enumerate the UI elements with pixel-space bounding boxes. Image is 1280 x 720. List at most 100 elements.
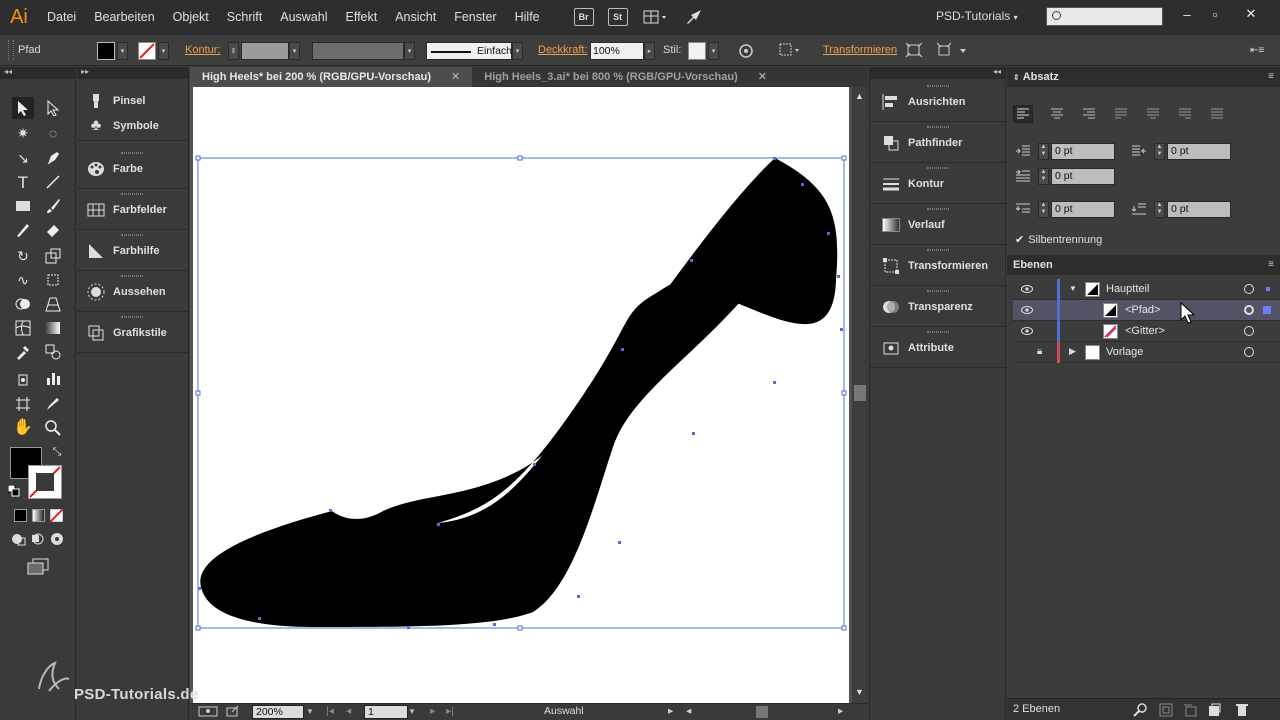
draw-normal-icon[interactable] <box>10 531 28 547</box>
expand-triangle-icon[interactable]: ▶ <box>1069 346 1076 357</box>
panel-aussehen[interactable]: Aussehen <box>77 272 189 312</box>
create-layer-icon[interactable] <box>1207 703 1221 720</box>
first-line-indent-field[interactable]: 0 pt <box>1051 168 1115 185</box>
direct-selection-tool[interactable] <box>42 97 64 119</box>
artboard[interactable] <box>38 87 849 703</box>
make-clipping-mask-icon[interactable] <box>1159 703 1173 720</box>
opacity-field[interactable]: 100% <box>590 42 644 60</box>
maximize-button[interactable]: ▫ <box>1202 4 1228 24</box>
canvas-area[interactable] <box>38 87 852 703</box>
control-bar-grip[interactable] <box>8 40 14 60</box>
create-sublayer-icon[interactable] <box>1183 703 1197 720</box>
align-right-button[interactable] <box>1079 105 1099 123</box>
left-indent-field[interactable]: 0 pt <box>1051 143 1115 160</box>
lasso-tool[interactable]: ◌ <box>42 122 64 144</box>
layers-panel-header[interactable]: Ebenen ≡ <box>1007 255 1280 275</box>
panel-menu-icon[interactable]: ≡ <box>1268 71 1274 82</box>
justify-last-left-button[interactable] <box>1111 105 1131 123</box>
help-search-input[interactable] <box>1046 7 1163 26</box>
expand-triangle-icon[interactable]: ▼ <box>1069 284 1077 293</box>
stroke-weight-field[interactable] <box>241 42 289 60</box>
fill-swatch[interactable] <box>97 42 115 60</box>
paintbrush-tool[interactable] <box>42 195 64 217</box>
right-indent-stepper[interactable]: ▲ ▼ <box>1154 143 1165 160</box>
next-artboard-icon[interactable]: ▸ <box>430 705 435 719</box>
status-mode-label[interactable]: Auswahl <box>544 705 584 719</box>
column-graph-tool[interactable] <box>42 367 64 389</box>
panel-kontur[interactable]: Kontur <box>870 164 1007 204</box>
arrange-documents-icon[interactable] <box>642 8 670 26</box>
layer-row-vorlage[interactable]: 🔒︎ ▶ Vorlage <box>1013 342 1280 363</box>
scroll-up-icon[interactable]: ▲ <box>855 91 864 101</box>
brush-definition-field[interactable]: Einfach <box>426 42 512 60</box>
layer-row-gitter[interactable]: <Gitter> <box>1013 321 1280 342</box>
paragraph-panel-header[interactable]: ⇕ Absatz ≡ <box>1007 67 1280 87</box>
color-mode-icon[interactable] <box>12 507 28 523</box>
menu-bearbeiten[interactable]: Bearbeiten <box>85 0 163 34</box>
panel-grafikstile[interactable]: Grafikstile <box>77 313 189 353</box>
panel-symbole[interactable]: ♣ Symbole <box>77 111 189 141</box>
artboard-dropdown-icon[interactable]: ▼ <box>408 707 416 720</box>
visibility-eye-icon[interactable] <box>1021 305 1033 315</box>
target-circle-icon[interactable] <box>1244 347 1254 357</box>
zoom-tool[interactable] <box>42 417 64 439</box>
target-circle-icon[interactable] <box>1244 284 1254 294</box>
justify-all-button[interactable] <box>1207 105 1227 123</box>
justify-last-center-button[interactable] <box>1143 105 1163 123</box>
workspace-switcher[interactable]: PSD-Tutorials ▾ <box>936 9 1018 23</box>
eraser-tool[interactable] <box>42 219 64 241</box>
menu-effekt[interactable]: Effekt <box>336 0 386 34</box>
vertical-scrollbar[interactable]: ▲ ▼ <box>852 87 868 703</box>
rotate-tool[interactable]: ↻ <box>12 245 34 267</box>
menu-ansicht[interactable]: Ansicht <box>386 0 445 34</box>
target-circle-icon[interactable] <box>1244 326 1254 336</box>
panel-farbhilfe[interactable]: Farbhilfe <box>77 231 189 271</box>
space-after-stepper[interactable]: ▲ ▼ <box>1154 201 1165 218</box>
tab-high-heels-3[interactable]: High Heels_3.ai* bei 800 % (RGB/GPU-Vors… <box>472 67 779 87</box>
layer-name[interactable]: <Gitter> <box>1125 325 1165 337</box>
first-artboard-icon[interactable]: |◂ <box>326 705 334 719</box>
space-before-field[interactable]: 0 pt <box>1051 201 1115 218</box>
panel-ausrichten[interactable]: Ausrichten <box>870 82 1007 122</box>
align-center-button[interactable] <box>1047 105 1067 123</box>
free-transform-tool[interactable] <box>42 269 64 291</box>
scale-tool[interactable] <box>42 245 64 267</box>
stroke-weight-dropdown[interactable]: ▾ <box>289 42 300 60</box>
menu-fenster[interactable]: Fenster <box>445 0 505 34</box>
transform-link[interactable]: Transformieren <box>823 44 897 62</box>
menu-auswahl[interactable]: Auswahl <box>271 0 336 34</box>
justify-last-right-button[interactable] <box>1175 105 1195 123</box>
menu-hilfe[interactable]: Hilfe <box>506 0 549 34</box>
gpu-performance-icon[interactable] <box>684 8 704 26</box>
right-panel-dock-header[interactable]: ◂◂ <box>870 67 1005 79</box>
gradient-tool[interactable] <box>42 317 64 339</box>
zoom-dropdown-icon[interactable]: ▼ <box>306 707 314 720</box>
variable-width-field[interactable] <box>312 42 404 60</box>
close-window-button[interactable]: ✕ <box>1238 4 1264 24</box>
shape-builder-tool[interactable] <box>12 293 34 315</box>
curvature-tool[interactable]: ↘ <box>12 147 34 169</box>
layer-name[interactable]: Vorlage <box>1106 346 1143 358</box>
selection-tool[interactable] <box>12 97 34 119</box>
gradient-mode-icon[interactable] <box>30 507 46 523</box>
collapse-arrows-icon[interactable]: ⇕ <box>1013 73 1020 82</box>
panel-transparenz[interactable]: Transparenz <box>870 287 1007 327</box>
stroke-weight-stepper[interactable]: ⇕ <box>228 42 239 60</box>
panel-verlauf[interactable]: Verlauf <box>870 205 1007 245</box>
selected-art-indicator[interactable] <box>1263 306 1271 314</box>
variable-width-dropdown[interactable]: ▾ <box>404 42 415 60</box>
hscroll-thumb[interactable] <box>756 706 768 718</box>
layer-name[interactable]: Hauptteil <box>1106 283 1149 295</box>
target-circle-icon[interactable] <box>1244 305 1254 315</box>
panel-transformieren[interactable]: Transformieren <box>870 246 1007 286</box>
first-line-indent-stepper[interactable]: ▲ ▼ <box>1038 168 1049 185</box>
hscroll-right-icon[interactable]: ▸ <box>838 705 843 719</box>
right-indent-field[interactable]: 0 pt <box>1167 143 1231 160</box>
graphic-style-dropdown[interactable]: ▾ <box>708 42 719 60</box>
menu-schrift[interactable]: Schrift <box>218 0 271 34</box>
control-bar-menu-icon[interactable]: ⇤≡ <box>1250 44 1264 62</box>
warp-tool[interactable]: ∿ <box>12 269 34 291</box>
minimize-button[interactable]: – <box>1174 4 1200 24</box>
recolor-artwork-icon[interactable] <box>738 43 754 61</box>
tools-panel-header[interactable]: ◂◂ <box>0 67 75 79</box>
